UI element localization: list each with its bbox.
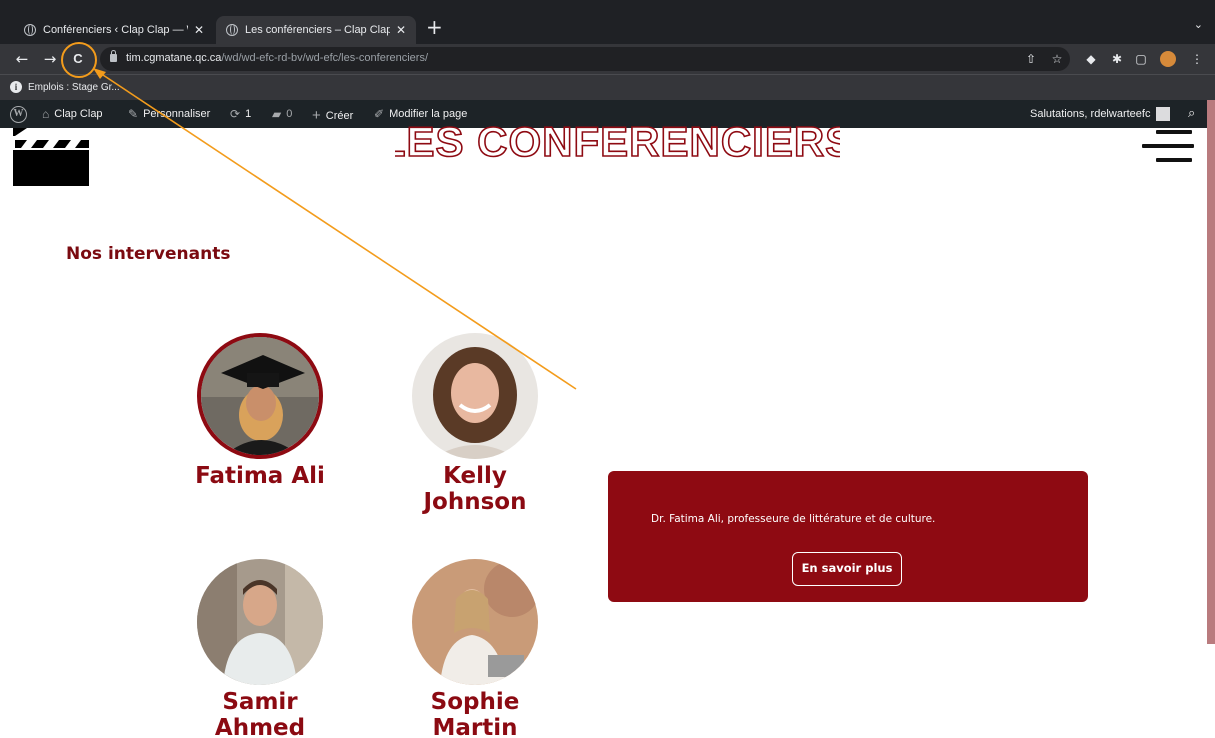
pencil-icon: ✐ xyxy=(374,107,385,121)
speaker-photo[interactable] xyxy=(197,559,323,685)
speaker-name[interactable]: Samir Ahmed xyxy=(175,689,345,738)
address-bar[interactable]: tim.cgmatane.qc.ca/wd/wd-efc-rd-bv/wd-ef… xyxy=(100,47,1070,71)
adminbar-account[interactable]: Salutations, rdelwarteefc xyxy=(1030,107,1171,121)
star-icon[interactable]: ☆ xyxy=(1048,50,1066,68)
kebab-menu-icon[interactable]: ⋮ xyxy=(1188,50,1206,68)
brush-icon: ✎ xyxy=(128,107,139,121)
lock-icon xyxy=(110,50,117,62)
speaker-name[interactable]: Kelly Johnson xyxy=(390,463,560,515)
globe-icon xyxy=(24,24,36,36)
url-text[interactable]: tim.cgmatane.qc.ca/wd/wd-efc-rd-bv/wd-ef… xyxy=(126,52,428,64)
speaker-name[interactable]: Fatima Ali xyxy=(175,463,345,489)
plus-icon: + xyxy=(312,107,321,124)
speaker-info-card: Dr. Fatima Ali, professeure de littératu… xyxy=(608,471,1088,602)
share-icon[interactable]: ⇧ xyxy=(1022,50,1040,68)
updates-icon: ⟳ xyxy=(230,107,241,121)
forward-button[interactable]: → xyxy=(40,49,60,69)
adminbar-customize[interactable]: ✎ Personnaliser xyxy=(128,107,210,121)
speaker-card-samir-ahmed[interactable]: Samir Ahmed xyxy=(175,559,345,738)
adminbar-new[interactable]: + Créer xyxy=(312,107,353,124)
tab-title: Conférenciers ‹ Clap Clap — W xyxy=(43,24,188,36)
page-title: LES CONFERENCIERS xyxy=(395,123,840,163)
adminbar-edit-page[interactable]: ✐ Modifier la page xyxy=(374,107,467,121)
browser-tabstrip: Conférenciers ‹ Clap Clap — W ✕ Les conf… xyxy=(0,0,1215,44)
new-tab-button[interactable]: + xyxy=(426,16,446,40)
tab-conferenciers-admin[interactable]: Conférenciers ‹ Clap Clap — W ✕ xyxy=(14,16,214,44)
comment-icon: ▰ xyxy=(272,107,282,121)
wordpress-logo-icon[interactable]: W xyxy=(10,106,27,123)
avatar xyxy=(1156,107,1171,121)
speaker-photo[interactable] xyxy=(412,333,538,459)
info-icon: i xyxy=(10,81,22,93)
search-icon[interactable]: ⌕ xyxy=(1188,105,1195,121)
globe-icon xyxy=(226,24,238,36)
svg-text:LES CONFERENCIERS: LES CONFERENCIERS xyxy=(395,123,840,163)
speaker-photo[interactable] xyxy=(197,333,323,459)
adminbar-comments[interactable]: ▰ 0 xyxy=(272,107,292,121)
sidepanel-icon[interactable]: ▢ xyxy=(1132,50,1150,68)
tab-title: Les conférenciers – Clap Clap xyxy=(245,24,390,36)
speaker-name[interactable]: Sophie Martin xyxy=(390,689,560,738)
dashboard-icon: ⌂ xyxy=(42,107,50,121)
speaker-photo[interactable] xyxy=(412,559,538,685)
tab-les-conferenciers[interactable]: Les conférenciers – Clap Clap ✕ xyxy=(216,16,416,44)
puzzle-icon[interactable]: ✱ xyxy=(1108,50,1126,68)
bookmarks-bar: i Emplois : Stage Gr... xyxy=(0,74,1215,100)
adminbar-updates[interactable]: ⟳ 1 xyxy=(230,107,251,121)
learn-more-button[interactable]: En savoir plus xyxy=(792,552,902,586)
section-title: Nos intervenants xyxy=(66,244,231,264)
hamburger-menu-icon[interactable] xyxy=(1142,128,1194,164)
bookmark-emplois[interactable]: i Emplois : Stage Gr... xyxy=(10,81,120,93)
reload-button[interactable]: C xyxy=(68,49,88,69)
clapperboard-logo-icon[interactable] xyxy=(13,128,90,186)
profile-icon[interactable] xyxy=(1160,51,1176,67)
speaker-card-fatima-ali[interactable]: Fatima Ali xyxy=(175,333,345,489)
shield-icon[interactable]: ◆ xyxy=(1082,50,1100,68)
close-tab-icon[interactable]: ✕ xyxy=(194,23,204,37)
back-button[interactable]: ← xyxy=(12,49,32,69)
browser-toolbar: ← → C tim.cgmatane.qc.ca/wd/wd-efc-rd-bv… xyxy=(0,44,1215,74)
speaker-card-kelly-johnson[interactable]: Kelly Johnson xyxy=(390,333,560,515)
adminbar-site-name[interactable]: ⌂ Clap Clap xyxy=(42,107,103,121)
scrollbar[interactable] xyxy=(1207,100,1215,644)
speaker-description: Dr. Fatima Ali, professeure de littératu… xyxy=(651,513,936,525)
bookmark-label: Emplois : Stage Gr... xyxy=(28,81,120,93)
tab-search-icon[interactable]: ⌄ xyxy=(1194,18,1203,31)
close-tab-icon[interactable]: ✕ xyxy=(396,23,406,37)
speaker-card-sophie-martin[interactable]: Sophie Martin xyxy=(390,559,560,738)
